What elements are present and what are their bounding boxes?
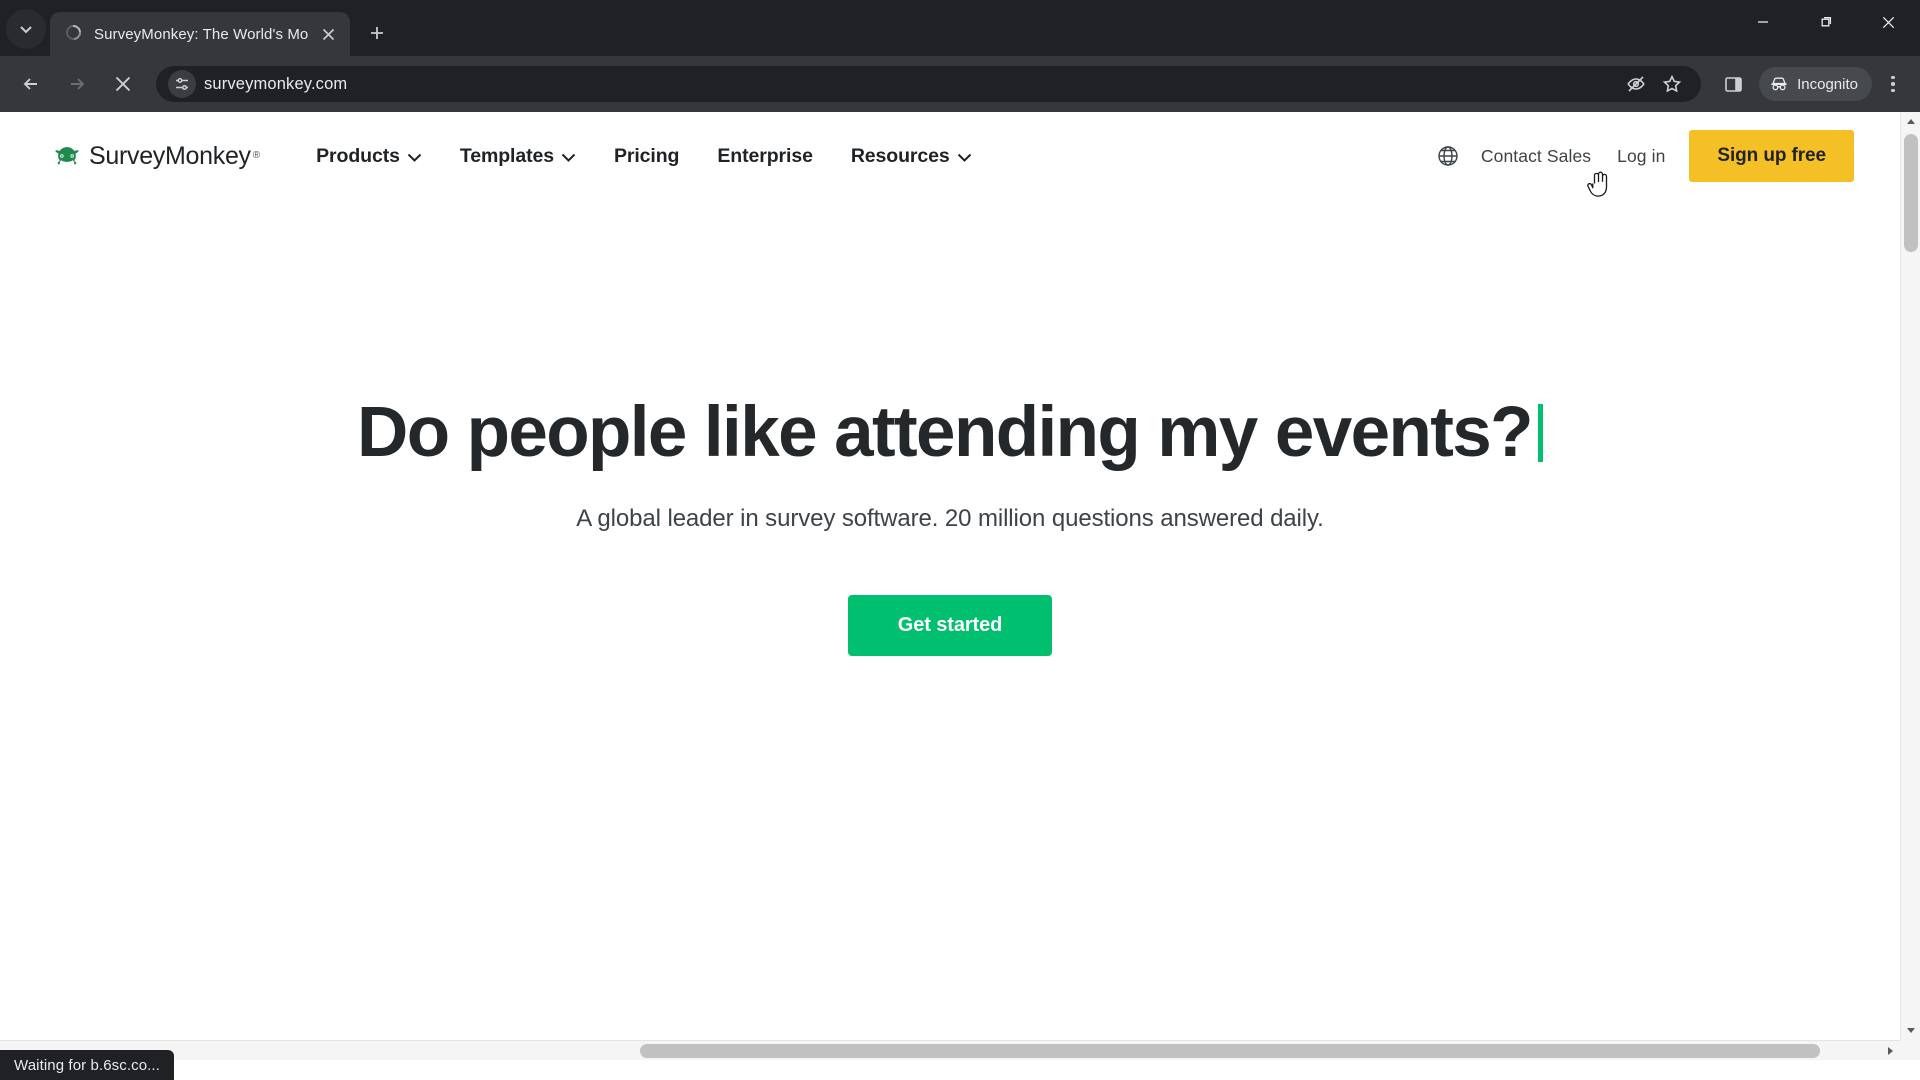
nav-item-enterprise[interactable]: Enterprise: [717, 144, 813, 168]
star-icon: [1662, 74, 1682, 93]
url-input[interactable]: [204, 74, 1618, 94]
vscroll-up-arrow[interactable]: [1901, 112, 1920, 132]
typing-caret: [1537, 404, 1543, 463]
status-bubble: Waiting for b.6sc.co...: [0, 1050, 174, 1080]
caret-right-icon: [1888, 1047, 1893, 1055]
site-header: SurveyMonkey ® Products Templates Pricin…: [0, 112, 1900, 200]
arrow-right-icon: [71, 78, 85, 90]
side-panel-icon: [1724, 76, 1742, 92]
tab-close-button[interactable]: [316, 22, 340, 46]
chevron-down-icon: [407, 145, 422, 168]
nav-label: Enterprise: [717, 144, 813, 167]
hero-title: Do people like attending my events?: [357, 393, 1534, 472]
window-minimize-button[interactable]: [1731, 0, 1794, 44]
site-header-actions: Contact Sales Log in Sign up free: [1429, 130, 1854, 182]
chevron-down-icon: [957, 145, 972, 168]
tune-icon: [176, 77, 188, 91]
nav-item-products[interactable]: Products: [316, 145, 422, 168]
eye-slash-icon: [1627, 76, 1645, 92]
nav-item-pricing[interactable]: Pricing: [613, 144, 680, 168]
horizontal-scrollbar[interactable]: [0, 1040, 1900, 1060]
forward-button[interactable]: [57, 64, 97, 104]
browser-toolbar: Incognito: [0, 56, 1920, 112]
globe-icon: [1438, 146, 1458, 166]
window-restore-button[interactable]: [1794, 0, 1857, 44]
caret-up-icon: [1907, 119, 1915, 124]
surveymonkey-logo[interactable]: SurveyMonkey ®: [52, 143, 260, 169]
new-tab-button[interactable]: [360, 16, 394, 50]
browser-window: SurveyMonkey: The World's Mo surveymonke…: [0, 0, 1920, 1080]
minimize-icon: [1757, 21, 1768, 23]
hero-subtitle: A global leader in survey software. 20 m…: [576, 504, 1324, 532]
site-nav: Products Templates Pricing Enterprise Re…: [316, 145, 972, 168]
browser-tab[interactable]: SurveyMonkey: The World's Mo: [50, 12, 350, 56]
incognito-label: Incognito: [1797, 75, 1858, 93]
hero-cta-wrap: Get started: [0, 594, 1900, 656]
chrome-menu-button[interactable]: [1874, 64, 1912, 104]
restore-icon: [1821, 16, 1832, 26]
incognito-icon: [1771, 77, 1787, 91]
address-bar[interactable]: [156, 66, 1702, 102]
hero-section: Do people like attending my events? A gl…: [0, 200, 1900, 656]
page-viewport: SurveyMonkey ® Products Templates Pricin…: [0, 112, 1920, 1080]
nav-label: Pricing: [613, 144, 680, 167]
tracking-protection-button[interactable]: [1619, 67, 1653, 101]
caret-down-icon: [1907, 1028, 1915, 1033]
toolbar-right-actions: Incognito: [1713, 64, 1912, 104]
hscroll-right-arrow[interactable]: [1880, 1041, 1900, 1061]
hero-title-row: Do people like attending my events?: [357, 393, 1543, 472]
monkey-logo-icon: [55, 147, 79, 165]
bookmark-button[interactable]: [1655, 67, 1689, 101]
side-panel-button[interactable]: [1713, 64, 1753, 104]
plus-icon: [371, 27, 383, 39]
nav-label: Resources: [850, 144, 950, 167]
sign-up-free-button[interactable]: Sign up free: [1689, 130, 1854, 182]
vertical-scrollbar-thumb[interactable]: [1904, 134, 1918, 252]
get-started-button[interactable]: Get started: [847, 594, 1053, 656]
nav-label: Templates: [459, 144, 554, 167]
window-close-button[interactable]: [1857, 0, 1920, 44]
chevron-down-icon: [561, 145, 576, 168]
status-text: Waiting for b.6sc.co...: [14, 1056, 160, 1074]
tab-strip: SurveyMonkey: The World's Mo: [0, 0, 1920, 56]
tab-title: SurveyMonkey: The World's Mo: [94, 25, 309, 43]
vertical-scrollbar[interactable]: [1900, 112, 1920, 1060]
language-selector-button[interactable]: [1429, 137, 1467, 175]
nav-item-resources[interactable]: Resources: [851, 145, 972, 168]
logo-text: SurveyMonkey: [89, 142, 251, 170]
vscroll-down-arrow[interactable]: [1901, 1020, 1920, 1040]
close-icon: [322, 28, 334, 40]
back-button[interactable]: [11, 64, 51, 104]
arrow-left-icon: [23, 78, 37, 90]
close-icon: [115, 76, 131, 92]
close-icon: [1882, 16, 1895, 28]
site-settings-icon[interactable]: [168, 70, 196, 98]
nav-item-templates[interactable]: Templates: [460, 145, 576, 168]
contact-sales-link[interactable]: Contact Sales: [1481, 146, 1591, 167]
nav-label: Products: [316, 144, 400, 167]
logo-trademark: ®: [252, 149, 261, 161]
incognito-indicator[interactable]: Incognito: [1759, 67, 1872, 101]
surveymonkey-page: SurveyMonkey ® Products Templates Pricin…: [0, 112, 1900, 1060]
window-controls: [1731, 0, 1920, 44]
stop-loading-button[interactable]: [103, 64, 143, 104]
chevron-down-icon: [20, 26, 32, 34]
tab-loading-spinner: [62, 21, 85, 44]
scrollbar-corner: [1900, 1040, 1920, 1060]
horizontal-scrollbar-thumb[interactable]: [640, 1044, 1820, 1058]
log-in-link[interactable]: Log in: [1617, 146, 1665, 167]
tab-search-button[interactable]: [6, 9, 46, 49]
